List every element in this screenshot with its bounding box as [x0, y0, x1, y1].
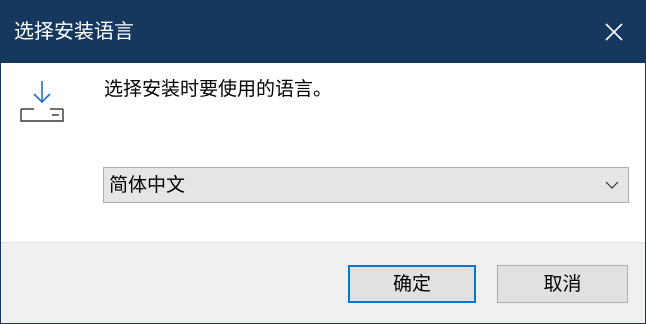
window-title: 选择安装语言 [14, 19, 134, 43]
instruction-text: 选择安装时要使用的语言。 [104, 78, 333, 100]
chevron-down-icon [605, 181, 619, 189]
language-select[interactable]: 简体中文 [103, 167, 629, 203]
close-button[interactable] [583, 1, 645, 63]
installer-language-dialog: 选择安装语言 选择安装时要使用的语言。 简体中文 确定 取消 [0, 0, 646, 324]
install-download-icon [20, 81, 64, 122]
language-select-value: 简体中文 [109, 174, 186, 196]
title-bar[interactable]: 选择安装语言 [1, 1, 645, 63]
dialog-footer: 确定 取消 [1, 242, 645, 323]
cancel-button[interactable]: 取消 [497, 265, 628, 303]
ok-button[interactable]: 确定 [348, 265, 476, 303]
dialog-content: 选择安装时要使用的语言。 简体中文 [1, 63, 645, 242]
close-icon [605, 23, 623, 41]
